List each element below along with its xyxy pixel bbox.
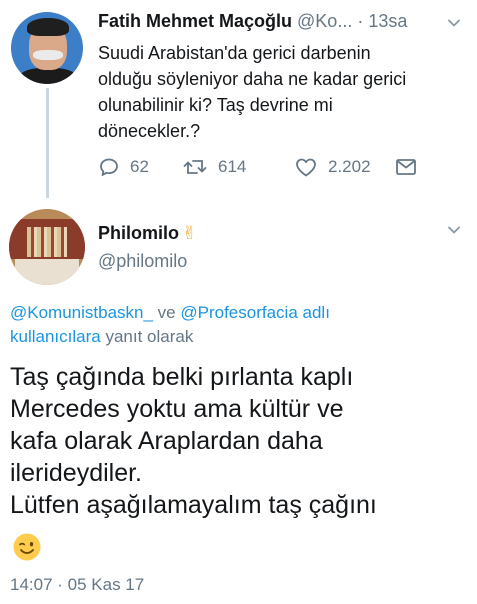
reply-connector: ve [152, 303, 181, 322]
mention-link[interactable]: kullanıcılara [10, 327, 101, 346]
victory-hand-emoji: ✌ [182, 223, 198, 243]
retweet-count: 614 [218, 157, 247, 176]
mention-link[interactable]: @Komunistbaskn_ [10, 303, 153, 322]
avatar-body [17, 68, 79, 84]
chevron-down-icon[interactable] [447, 16, 461, 30]
tweet-text-line: Mercedes yoktu ama kültür ve [10, 395, 344, 423]
mention-link[interactable]: @Profesorfacia [180, 303, 297, 322]
tweet-text-line: ilerideydiler. [10, 459, 143, 487]
tweet-text-line: Taş çağında belki pırlanta kaplı [10, 363, 354, 391]
author-name-row[interactable]: Philomilo ✌ [98, 223, 197, 244]
avatar-hair [27, 18, 69, 36]
tweet-text-line: dönecekler.? [98, 121, 201, 141]
tweet-timestamp[interactable]: 14:07 · 05 Kas 17 [10, 575, 144, 595]
tweet-time[interactable]: 13sa [368, 11, 407, 31]
avatar-books [27, 227, 67, 257]
reply-icon [98, 156, 130, 178]
chevron-down-icon[interactable] [447, 223, 461, 237]
avatar-mustache [33, 50, 63, 60]
reply-suffix: yanıt olarak [100, 327, 194, 346]
author-name[interactable]: Fatih Mehmet Maçoğlu [98, 11, 292, 31]
avatar-table [15, 259, 79, 285]
author-handle[interactable]: @philomilo [98, 251, 187, 272]
author-name[interactable]: Philomilo [98, 223, 179, 244]
tweet-text-line: olunabilinir ki? Taş devrine mi [98, 95, 333, 115]
author-handle[interactable]: @Ko... [297, 11, 352, 31]
separator: · [357, 11, 364, 31]
tweet-text-line: kafa olarak Araplardan daha [10, 427, 323, 455]
wink-emoji-icon [12, 532, 42, 562]
reply-context: @Komunistbaskn_ ve @Profesorfacia adlı ku… [10, 301, 450, 349]
thread-connector-line [46, 88, 49, 198]
retweet-button[interactable]: 614 [182, 154, 246, 180]
parent-tweet[interactable]: Fatih Mehmet Maçoğlu @Ko... · 13sa Suudi… [0, 0, 477, 205]
avatar[interactable] [9, 209, 85, 285]
like-count: 2.202 [328, 157, 371, 176]
reply-button[interactable]: 62 [98, 154, 149, 180]
tweet-actions: 62 614 2.202 [98, 154, 428, 180]
avatar[interactable] [11, 12, 83, 84]
tweet-text-line: Suudi Arabistan'da gerici darbenin [98, 43, 371, 63]
reply-count: 62 [130, 157, 149, 176]
tweet-text: Suudi Arabistan'da gerici darbenin olduğ… [98, 40, 458, 144]
direct-message-icon [394, 156, 428, 178]
tweet-text: Taş çağında belki pırlanta kaplı Mercede… [10, 361, 470, 521]
retweet-icon [182, 156, 218, 178]
tweet-header: Fatih Mehmet Maçoğlu @Ko... · 13sa [98, 11, 458, 32]
like-icon [294, 156, 328, 178]
direct-message-button[interactable] [394, 154, 428, 180]
tweet-text-line: Lütfen aşağılamayalım taş çağını [10, 491, 377, 519]
like-button[interactable]: 2.202 [294, 154, 371, 180]
tweet-text-line: olduğu söyleniyor daha ne kadar gerici [98, 69, 407, 89]
reply-suffix[interactable]: adlı [298, 303, 330, 322]
